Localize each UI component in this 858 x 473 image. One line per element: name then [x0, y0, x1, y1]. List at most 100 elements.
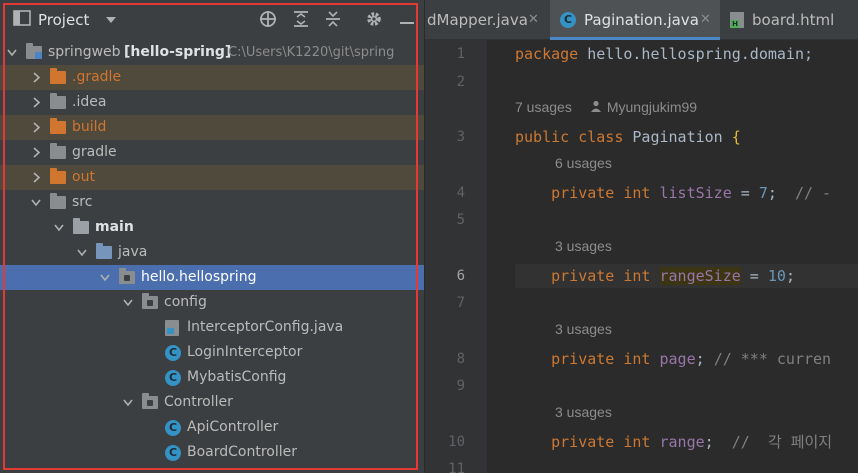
project-panel-title[interactable]: Project — [38, 11, 89, 29]
code-line[interactable]: private int range; // 각 페이지 — [515, 430, 858, 454]
html-file-icon — [730, 12, 744, 28]
tree-item[interactable]: .idea — [0, 90, 424, 115]
line-number: 11 — [448, 461, 465, 473]
code-line[interactable]: package hello.hellospring.domain; — [515, 42, 858, 66]
usages-hint[interactable]: 3 usages — [555, 402, 612, 422]
gear-icon[interactable] — [364, 10, 384, 30]
code-token: listSize — [659, 183, 732, 202]
code-line[interactable] — [515, 457, 858, 473]
chevron-down-icon[interactable] — [30, 190, 42, 215]
code-line[interactable] — [515, 374, 858, 398]
usages-count: 3 usages — [555, 320, 612, 337]
author-name: Myungjukim99 — [606, 99, 698, 115]
tree-item[interactable]: C LoginInterceptor — [0, 340, 424, 365]
code-line[interactable]: private int page; // *** curren — [515, 347, 858, 371]
chevron-right-icon[interactable] — [30, 140, 42, 165]
code-token: package — [515, 45, 588, 63]
chevron-down-icon[interactable] — [122, 290, 134, 315]
tab-label: board.html — [752, 11, 835, 29]
code-line[interactable]: private int listSize = 7; // - — [515, 181, 858, 205]
usages-hint[interactable]: 6 usages — [555, 153, 612, 173]
source-root-folder-icon — [73, 218, 89, 234]
tree-item[interactable]: config — [0, 290, 424, 315]
usages-hint[interactable]: 3 usages — [555, 319, 612, 339]
folder-icon — [50, 143, 66, 159]
project-tool-window: Project springweb [hello-spring] C:\Users\… — [0, 0, 424, 473]
tree-item[interactable]: out — [0, 165, 424, 190]
tree-item[interactable]: C BoardController — [0, 440, 424, 465]
editor-tab[interactable]: dMapper.java ✕ — [425, 0, 548, 40]
code-token: Pagination — [632, 128, 732, 146]
tree-item[interactable]: InterceptorConfig.java — [0, 315, 424, 340]
code-token: = — [740, 266, 768, 285]
class-icon: C — [165, 370, 181, 386]
select-opened-file-icon[interactable] — [258, 10, 278, 30]
package-icon — [142, 393, 158, 409]
tree-item[interactable]: .gradle — [0, 65, 424, 90]
chevron-down-icon[interactable] — [99, 265, 111, 290]
tree-item[interactable]: build — [0, 115, 424, 140]
code-line[interactable] — [515, 208, 858, 232]
close-icon[interactable]: ✕ — [528, 0, 539, 40]
chevron-down-icon[interactable] — [6, 40, 18, 65]
chevron-down-icon[interactable] — [76, 240, 88, 265]
chevron-right-icon[interactable] — [30, 165, 42, 190]
tree-item[interactable]: gradle — [0, 140, 424, 165]
chevron-right-icon[interactable] — [30, 115, 42, 140]
class-icon: C — [560, 12, 576, 28]
chevron-right-icon[interactable] — [30, 65, 42, 90]
usages-count: 7 usages — [515, 99, 572, 115]
tab-label: Pagination.java — [584, 11, 699, 29]
code-token: { — [731, 128, 741, 146]
usages-count: 3 usages — [555, 237, 612, 254]
code-area[interactable]: package hello.hellospring.domain; 7 usage… — [487, 40, 858, 473]
tree-item[interactable]: C MybatisConfig — [0, 365, 424, 390]
editor-tab[interactable]: board.html✕ — [722, 0, 858, 40]
line-number: 5 — [456, 212, 465, 228]
tree-item-label: LoginInterceptor — [187, 344, 303, 360]
author-icon — [590, 99, 602, 115]
code-token: // - — [794, 183, 832, 202]
code-line[interactable] — [515, 291, 858, 315]
folder-icon — [50, 118, 66, 134]
tree-item[interactable]: C ApiController — [0, 415, 424, 440]
folder-icon — [50, 68, 66, 84]
tree-item[interactable]: springweb [hello-spring] C:\Users\K1220\gi… — [0, 40, 424, 65]
tree-item[interactable]: src — [0, 190, 424, 215]
code-line[interactable] — [515, 70, 858, 94]
expand-all-icon[interactable] — [291, 10, 311, 30]
tree-item-label: main — [95, 219, 134, 235]
tree-item-label: out — [72, 169, 95, 185]
package-icon — [142, 293, 158, 309]
code-line[interactable]: private int rangeSize = 10; — [515, 263, 858, 288]
editor-tab[interactable]: C Pagination.java ✕ — [550, 0, 720, 40]
code-editor: dMapper.java✕CPagination.java✕board.html… — [425, 0, 858, 473]
tree-item-label: MybatisConfig — [187, 369, 287, 385]
collapse-all-icon[interactable] — [323, 10, 343, 30]
tree-item-label: .idea — [72, 94, 107, 110]
hide-panel-icon[interactable] — [397, 10, 417, 30]
tree-item[interactable]: Controller — [0, 390, 424, 415]
tab-label: dMapper.java — [427, 11, 528, 29]
usages-hint[interactable]: 3 usages — [555, 236, 612, 256]
chevron-down-icon[interactable] — [122, 390, 134, 415]
class-icon: C — [165, 420, 181, 436]
view-dropdown-chevron-icon[interactable] — [101, 10, 121, 30]
tree-item[interactable]: hello.hellospring — [0, 265, 424, 290]
code-token: // *** curren — [713, 349, 832, 368]
code-line[interactable]: public class Pagination { — [515, 125, 858, 149]
line-number: 8 — [456, 350, 465, 367]
usages-hint[interactable]: 7 usages Myungjukim99 — [515, 97, 697, 117]
close-icon[interactable]: ✕ — [700, 0, 711, 40]
tree-item[interactable]: java — [0, 240, 424, 265]
java-source-folder-icon — [96, 243, 112, 259]
module-name-label: [hello-spring] — [124, 44, 232, 60]
tree-item-label: gradle — [72, 144, 117, 160]
package-icon — [119, 268, 135, 284]
chevron-right-icon[interactable] — [30, 90, 42, 115]
line-number: 3 — [456, 129, 465, 145]
tree-item[interactable]: main — [0, 215, 424, 240]
chevron-down-icon[interactable] — [53, 215, 65, 240]
code-token: private int — [515, 183, 660, 202]
line-number: 4 — [456, 184, 465, 201]
